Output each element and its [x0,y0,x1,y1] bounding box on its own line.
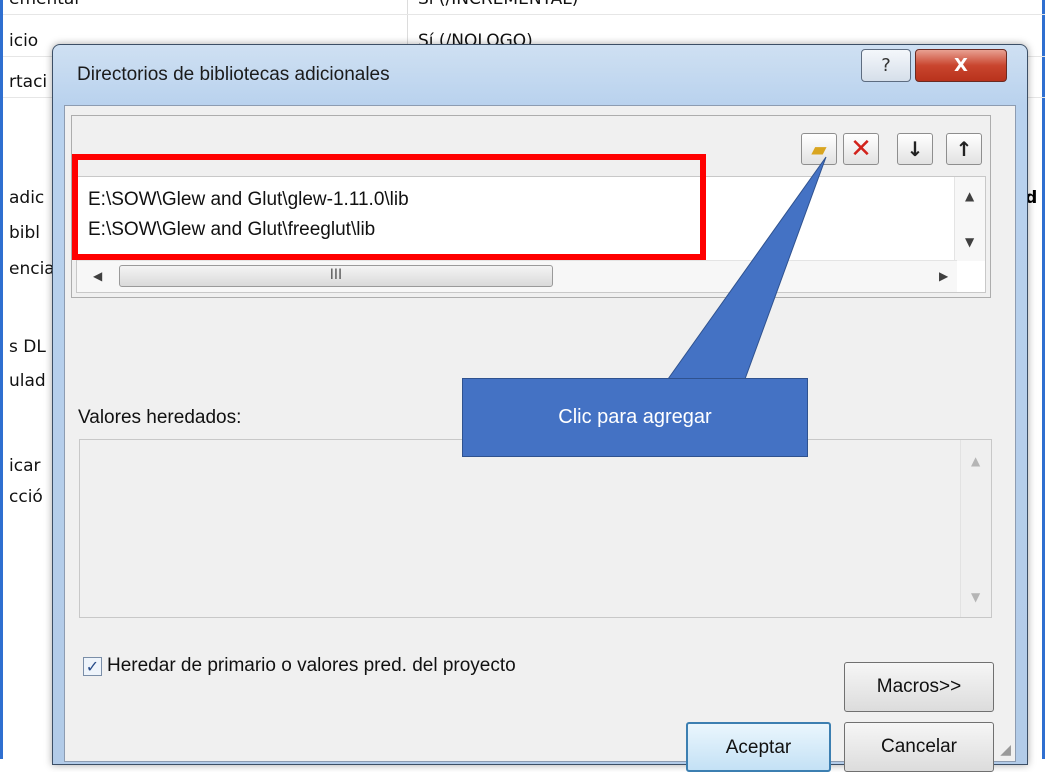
callout-text: Clic para agregar [558,406,712,428]
callout-pointer-shape [667,156,827,380]
callout-box: Clic para agregar [462,378,808,457]
